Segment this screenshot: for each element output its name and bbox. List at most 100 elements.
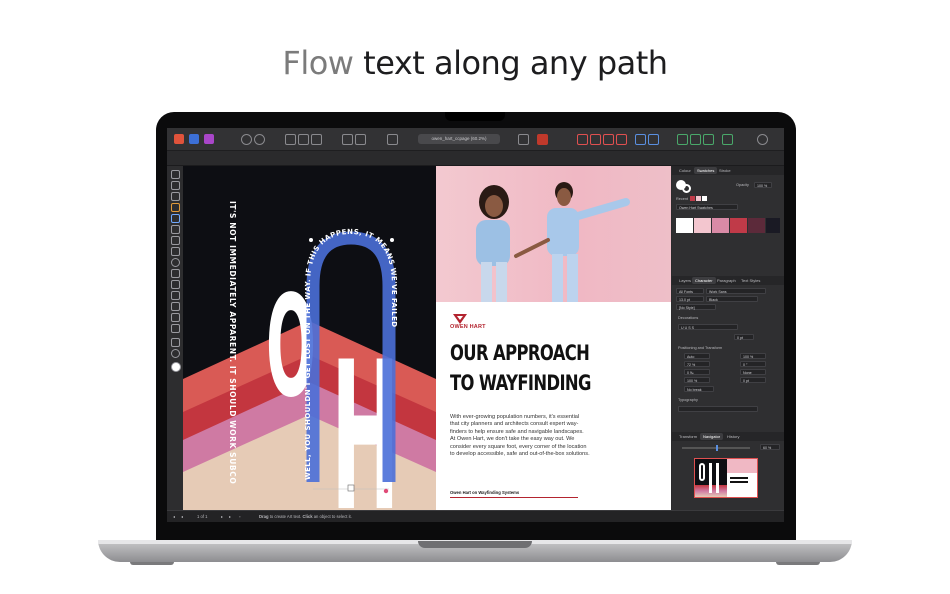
tab-colour[interactable]: Colour — [676, 167, 694, 174]
hand-tool-icon[interactable] — [171, 338, 180, 347]
publisher-persona-icon[interactable] — [174, 134, 184, 144]
zoom-field[interactable]: 60 % — [760, 444, 780, 450]
boolean-intersect-icon[interactable] — [603, 134, 614, 145]
rectangle-frame-tool-icon[interactable] — [171, 247, 180, 256]
typography-buttons[interactable] — [678, 406, 758, 412]
article-body[interactable]: With ever-growing population numbers, it… — [450, 414, 590, 458]
kerning-field[interactable]: Auto — [684, 353, 710, 359]
navigator-preview[interactable] — [694, 458, 758, 498]
boolean-subtract-icon[interactable] — [590, 134, 601, 145]
pen-tool-icon[interactable] — [171, 225, 180, 234]
couple-photo[interactable] — [436, 166, 671, 302]
path-node-start[interactable] — [309, 238, 313, 242]
tab-transform[interactable]: Transform — [676, 433, 700, 440]
table-tool-icon[interactable] — [171, 192, 180, 201]
selection-handle[interactable] — [347, 484, 355, 492]
spread-icon[interactable] — [311, 134, 322, 145]
tab-navigator[interactable]: Navigator — [700, 433, 724, 440]
transparency-tool-icon[interactable] — [171, 313, 180, 322]
tracking-field[interactable]: 72 % — [684, 361, 710, 367]
crop-tool-icon[interactable] — [171, 280, 180, 289]
boolean-add-icon[interactable] — [577, 134, 588, 145]
article-byline[interactable]: Owen Hart on Wayfinding Systems — [450, 490, 519, 495]
font-style-panel-field[interactable]: Black — [706, 296, 758, 302]
gear-icon[interactable] — [254, 134, 265, 145]
leading-field[interactable]: 0 pt — [740, 377, 766, 383]
frame-text-tool-icon[interactable] — [171, 203, 180, 212]
swatch-3[interactable] — [730, 218, 747, 233]
left-page[interactable]: O H IT'S NOT IMMEDIATELY APPARENT. IT SH… — [183, 166, 436, 510]
fill-tool-icon[interactable] — [171, 302, 180, 311]
recent-swatch-1[interactable] — [690, 196, 695, 201]
rotate-icon[interactable] — [703, 134, 714, 145]
magnet-icon[interactable] — [537, 134, 548, 145]
transform-icon[interactable] — [677, 134, 688, 145]
view-mode-icon[interactable] — [285, 134, 296, 145]
tab-stroke[interactable]: Stroke — [716, 167, 734, 174]
palette-select[interactable]: Owen Hart Swatches — [676, 204, 738, 210]
recent-swatch-3[interactable] — [702, 196, 707, 201]
flip-icon[interactable] — [690, 134, 701, 145]
arrange-front-icon[interactable] — [355, 134, 366, 145]
distribute-icon[interactable] — [648, 134, 659, 145]
picture-frame-tool-icon[interactable] — [171, 269, 180, 278]
swatch-1[interactable] — [694, 218, 711, 233]
tab-paragraph[interactable]: Paragraph — [714, 277, 739, 284]
node-tool-icon[interactable] — [171, 181, 180, 190]
decoration-field[interactable]: 0 pt — [734, 334, 754, 340]
article-title-line1[interactable]: OUR APPROACH — [450, 341, 590, 365]
swatch-4[interactable] — [748, 218, 765, 233]
last-page-icon[interactable]: ▸ — [229, 511, 231, 522]
add-page-icon[interactable]: ▫ — [239, 511, 241, 522]
tab-text-styles[interactable]: Text Styles — [738, 277, 763, 284]
tab-character[interactable]: Character — [692, 277, 716, 284]
stroke-well-icon[interactable] — [682, 184, 691, 193]
path-node-end[interactable] — [390, 238, 394, 242]
char-style-panel-field[interactable]: [No Style] — [676, 304, 716, 310]
swatch-0[interactable] — [676, 218, 693, 233]
opacity-field[interactable]: 100 % — [754, 182, 772, 188]
all-fonts-select[interactable]: All Fonts — [676, 288, 704, 294]
align-icon[interactable] — [635, 134, 646, 145]
swatch-2[interactable] — [712, 218, 729, 233]
recent-swatch-2[interactable] — [696, 196, 701, 201]
baseline-shift-field[interactable]: 0 ‰ — [684, 369, 710, 375]
zoom-slider-thumb[interactable] — [716, 445, 718, 451]
ellipse-tool-icon[interactable] — [171, 258, 180, 267]
path-end-handle[interactable] — [383, 488, 389, 494]
swatch-5[interactable] — [766, 218, 780, 233]
artistic-text-tool-icon[interactable] — [171, 214, 180, 223]
document-canvas[interactable]: O H IT'S NOT IMMEDIATELY APPARENT. IT SH… — [183, 166, 671, 510]
link-icon[interactable] — [387, 134, 398, 145]
article-title-line2[interactable]: TO WAYFINDING — [450, 371, 591, 395]
designer-persona-icon[interactable] — [189, 134, 199, 144]
font-family-field[interactable]: Work Sans — [706, 288, 766, 294]
scale-h-field[interactable]: 100 % — [684, 377, 710, 383]
zoom-tool-icon[interactable] — [171, 349, 180, 358]
document-tab[interactable]: owen_hart_ccpage (60.2%) — [418, 134, 500, 144]
case-field[interactable]: None — [740, 369, 766, 375]
place-image-tool-icon[interactable] — [171, 291, 180, 300]
arrange-back-icon[interactable] — [342, 134, 353, 145]
font-size-panel-field[interactable]: 13.0 pt — [676, 296, 704, 302]
help-icon[interactable] — [757, 134, 768, 145]
next-page-icon[interactable]: ▸ — [221, 511, 223, 522]
snapping-icon[interactable] — [518, 134, 529, 145]
first-page-icon[interactable]: ◂ — [181, 511, 183, 522]
rotate-field[interactable]: 0 ° — [740, 361, 766, 367]
page-indicator[interactable]: 1 of 1 — [197, 511, 207, 522]
fill-color-icon[interactable] — [171, 362, 181, 372]
right-page[interactable]: OWEN HART OUR APPROACH TO WAYFINDING Wit… — [436, 166, 671, 510]
prev-page-icon[interactable]: ◂ — [173, 511, 175, 522]
boolean-xor-icon[interactable] — [616, 134, 627, 145]
photo-persona-icon[interactable] — [204, 134, 214, 144]
pencil-tool-icon[interactable] — [171, 236, 180, 245]
scale-v-field[interactable]: 100 % — [740, 353, 766, 359]
tab-swatches[interactable]: Swatches — [694, 167, 718, 174]
no-break-select[interactable]: No break — [684, 386, 714, 392]
decoration-buttons[interactable]: U U S S — [678, 324, 738, 330]
settings-icon[interactable] — [241, 134, 252, 145]
move-tool-icon[interactable] — [171, 170, 180, 179]
assistant-icon[interactable] — [722, 134, 733, 145]
preview-icon[interactable] — [298, 134, 309, 145]
